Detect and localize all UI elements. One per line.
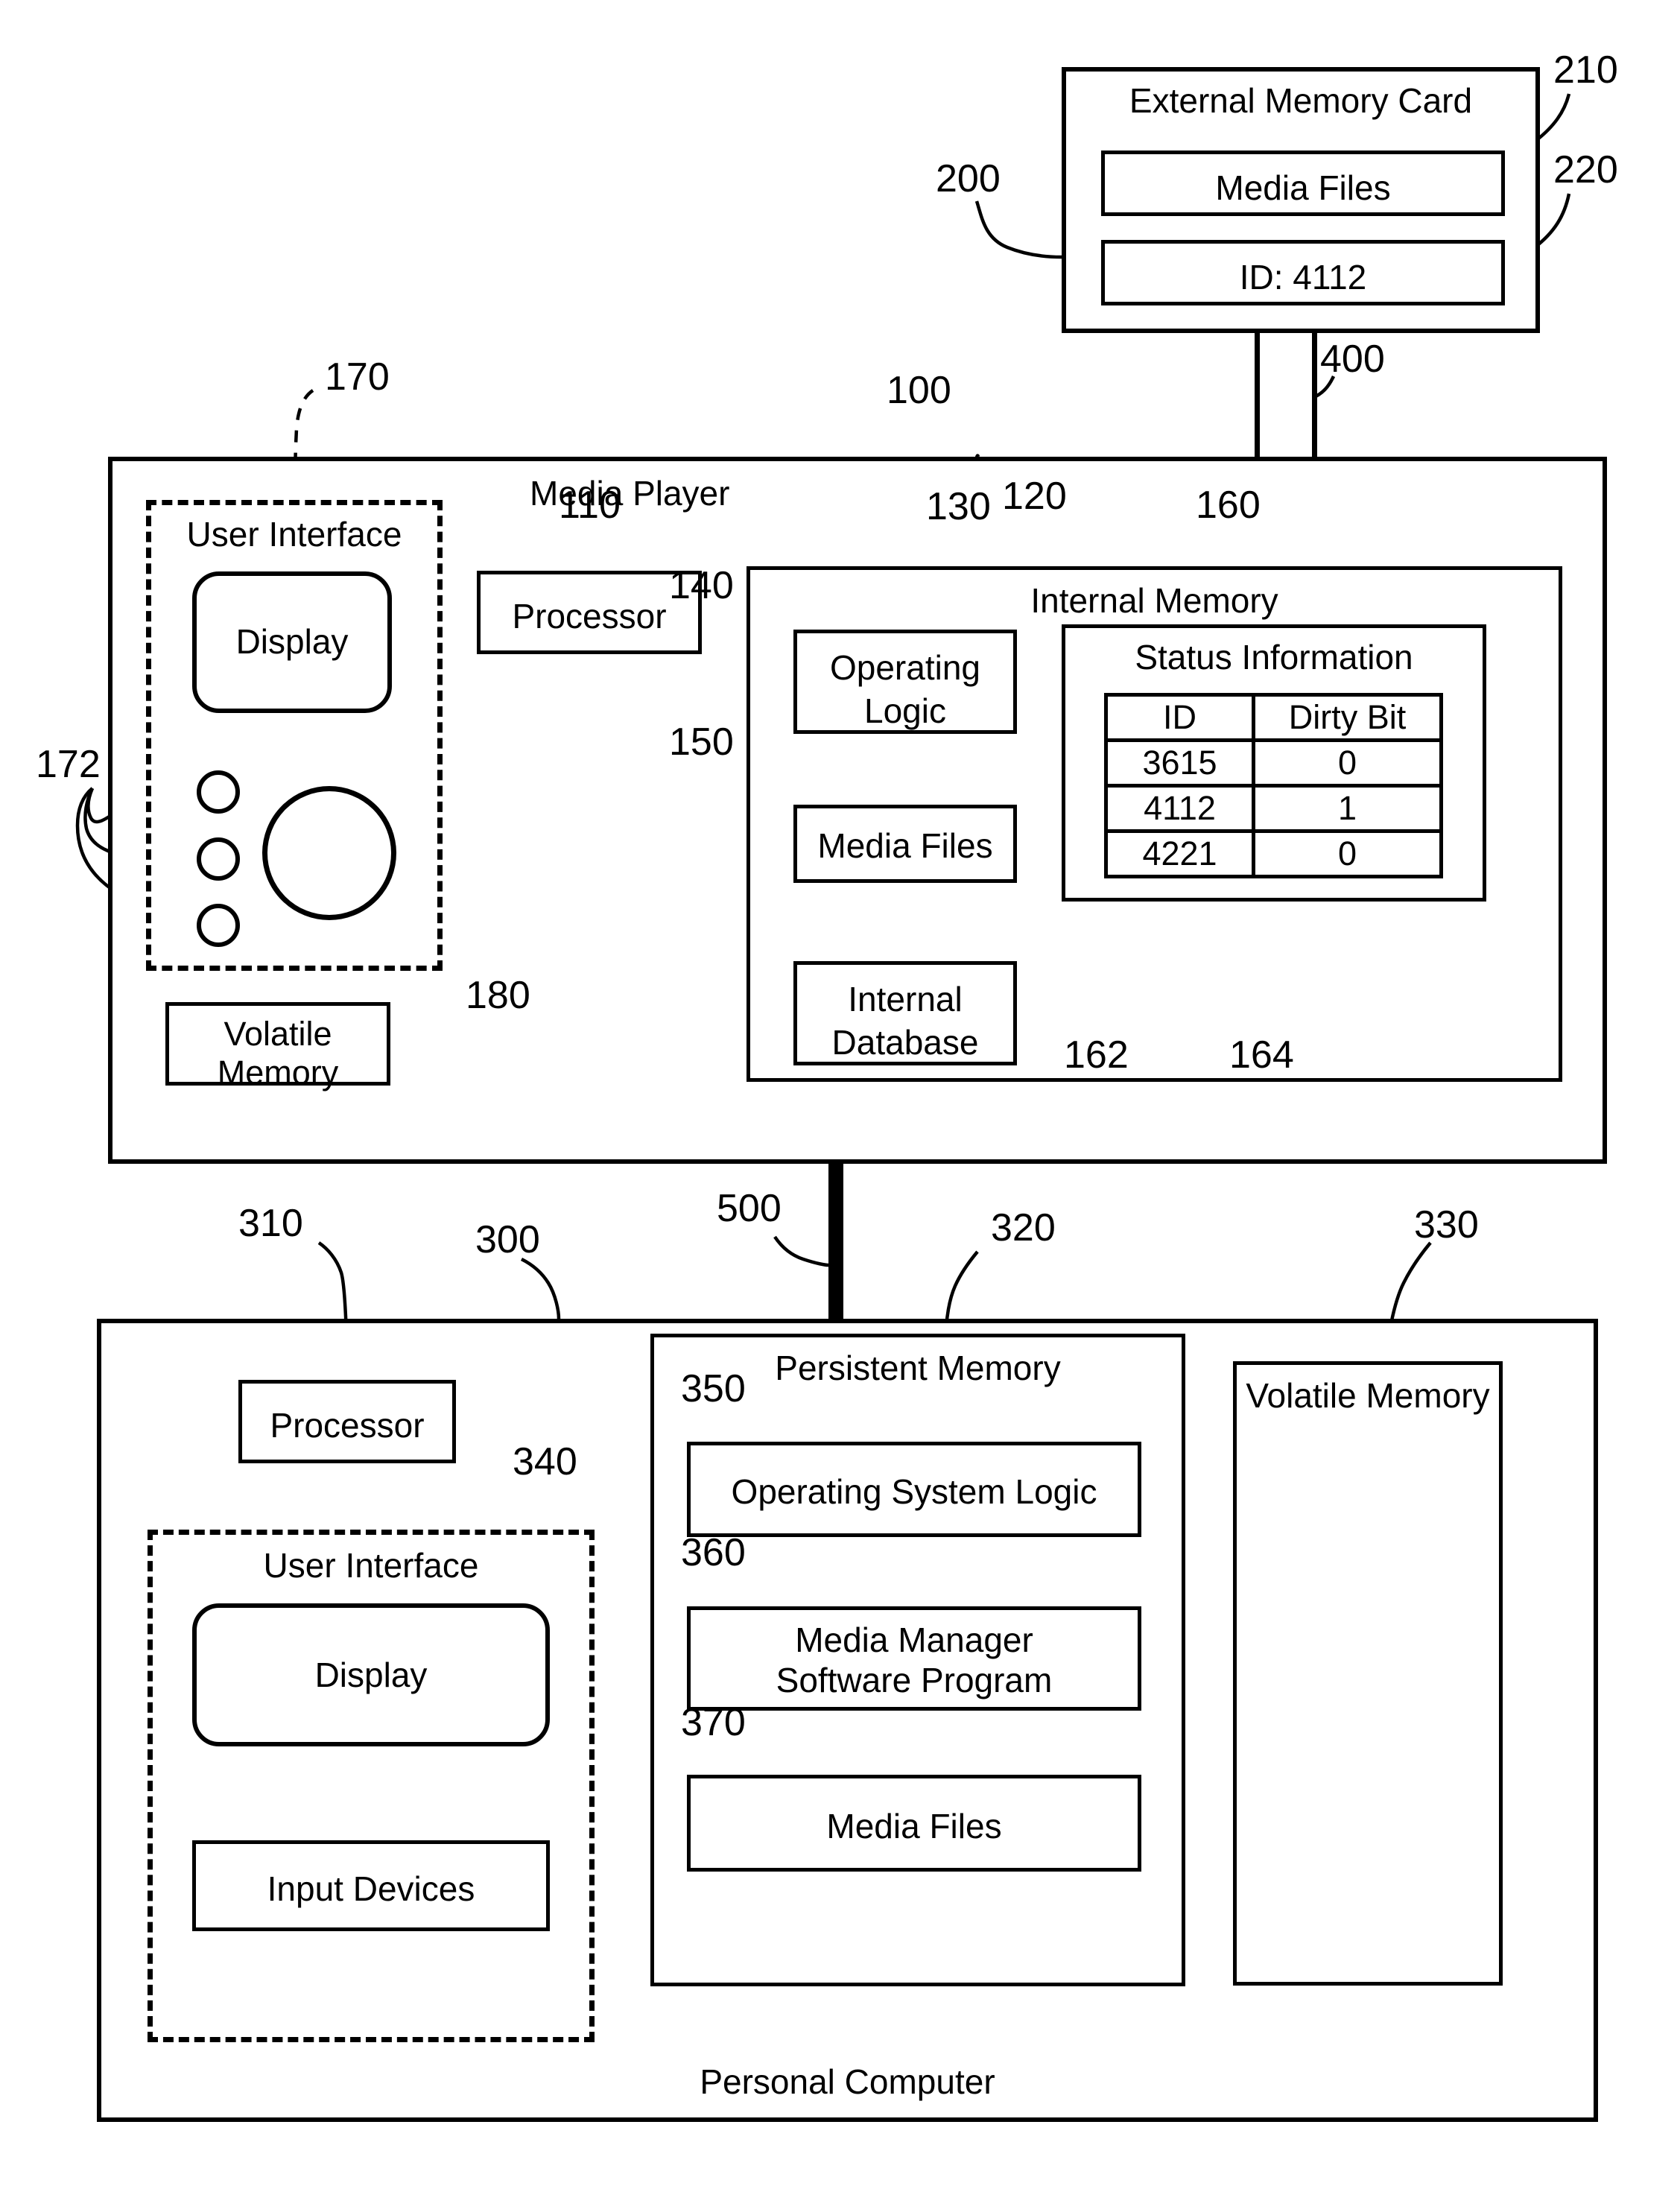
cell-id: 3615 <box>1104 738 1255 788</box>
ref-162: 162 <box>1064 1033 1129 1077</box>
ref-140: 140 <box>669 564 734 607</box>
media-player-media-files-box: Media Files <box>793 805 1017 883</box>
cell-id: 4112 <box>1104 784 1255 833</box>
media-manager-label-line1: Media Manager <box>795 1621 1033 1659</box>
ref-180: 180 <box>466 974 530 1017</box>
media-player-display: Display <box>192 571 392 713</box>
ref-200: 200 <box>936 157 1001 200</box>
ref-150: 150 <box>669 720 734 764</box>
table-row: 3615 0 <box>1104 738 1443 788</box>
ref-220: 220 <box>1553 148 1618 191</box>
personal-computer-title: Personal Computer <box>700 2062 995 2102</box>
ref-170: 170 <box>325 355 390 399</box>
media-player-processor-label: Processor <box>512 597 667 636</box>
ref-300: 300 <box>475 1218 540 1261</box>
internal-database-label: Internal Database <box>831 980 979 1062</box>
external-memory-card-title: External Memory Card <box>1129 81 1473 120</box>
ref-360: 360 <box>681 1531 746 1574</box>
media-manager-software-box: Media Manager Software Program <box>687 1606 1141 1711</box>
cell-id: 4221 <box>1104 829 1255 878</box>
status-information-table: ID Dirty Bit 3615 0 4112 1 4221 0 <box>1104 693 1443 878</box>
media-player-internal-memory-title: Internal Memory <box>1030 581 1278 620</box>
media-player-media-files-label: Media Files <box>817 826 993 865</box>
pc-user-interface-title: User Interface <box>263 1546 479 1585</box>
pc-volatile-memory-title: Volatile Memory <box>1246 1376 1490 1415</box>
cell-dirty-bit: 1 <box>1252 784 1443 833</box>
operating-logic-box: Operating Logic <box>793 630 1017 734</box>
media-player-button-2[interactable] <box>197 837 240 881</box>
ref-370: 370 <box>681 1701 746 1744</box>
patent-figure: External Memory Card Media Files ID: 411… <box>0 0 1680 2186</box>
media-player-button-1[interactable] <box>197 770 240 814</box>
ref-500: 500 <box>717 1187 782 1230</box>
media-player-processor: Processor <box>477 571 702 654</box>
ref-400: 400 <box>1320 338 1385 381</box>
ref-100: 100 <box>887 369 951 412</box>
media-player-volatile-memory-label: Volatile Memory <box>217 1015 339 1092</box>
pc-media-files-box: Media Files <box>687 1775 1141 1872</box>
pc-processor: Processor <box>238 1380 456 1463</box>
pc-display-label: Display <box>314 1656 428 1694</box>
table-row: 4112 1 <box>1104 784 1443 833</box>
ref-172: 172 <box>36 743 101 786</box>
memory-card-media-files-box: Media Files <box>1101 151 1505 216</box>
card-to-player-connector <box>1255 333 1317 460</box>
pc-processor-label: Processor <box>270 1406 425 1445</box>
media-player-click-wheel[interactable] <box>262 786 396 920</box>
ref-310: 310 <box>238 1202 303 1245</box>
ref-320: 320 <box>991 1206 1056 1249</box>
cell-dirty-bit: 0 <box>1252 738 1443 788</box>
operating-logic-label: Operating Logic <box>829 648 980 730</box>
pc-volatile-memory: Volatile Memory <box>1233 1361 1503 1986</box>
memory-card-id-label: ID: 4112 <box>1239 258 1367 297</box>
ref-210: 210 <box>1553 48 1618 92</box>
pc-display: Display <box>192 1603 550 1746</box>
operating-system-logic-label: Operating System Logic <box>731 1472 1097 1511</box>
column-header-dirty-bit: Dirty Bit <box>1252 693 1443 742</box>
ref-164: 164 <box>1229 1033 1294 1077</box>
pc-input-devices: Input Devices <box>192 1840 550 1931</box>
media-player-button-3[interactable] <box>197 904 240 947</box>
media-player-display-label: Display <box>235 622 349 661</box>
cell-dirty-bit: 0 <box>1252 829 1443 878</box>
media-player-volatile-memory: Volatile Memory <box>165 1002 390 1092</box>
ref-330: 330 <box>1414 1203 1479 1246</box>
ref-350: 350 <box>681 1367 746 1410</box>
column-header-id: ID <box>1104 693 1255 742</box>
status-information-title: Status Information <box>1135 638 1413 677</box>
media-manager-label-line2: Software Program <box>776 1661 1053 1699</box>
ref-130: 130 <box>926 485 991 528</box>
table-row: 4221 0 <box>1104 829 1443 878</box>
operating-system-logic-box: Operating System Logic <box>687 1442 1141 1537</box>
ref-120: 120 <box>1002 475 1067 518</box>
memory-card-media-files-label: Media Files <box>1215 168 1391 207</box>
media-player-user-interface-title: User Interface <box>186 515 402 554</box>
pc-input-devices-label: Input Devices <box>267 1869 475 1908</box>
internal-database-box: Internal Database <box>793 961 1017 1065</box>
pc-media-files-label: Media Files <box>826 1807 1002 1846</box>
player-to-pc-connector <box>828 1164 843 1319</box>
ref-110: 110 <box>559 484 621 527</box>
memory-card-id-box: ID: 4112 <box>1101 240 1505 305</box>
ref-340: 340 <box>513 1440 577 1483</box>
ref-160: 160 <box>1196 484 1261 527</box>
table-header-row: ID Dirty Bit <box>1104 693 1443 742</box>
